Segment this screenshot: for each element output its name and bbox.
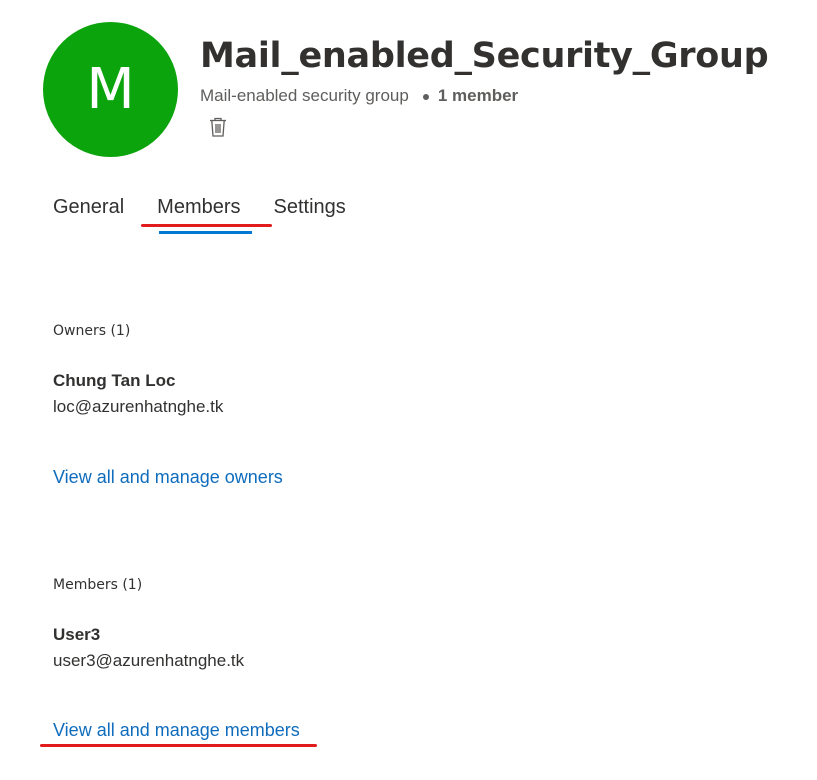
trash-icon — [210, 117, 226, 137]
avatar-initial: M — [86, 56, 135, 122]
annotation-underline-manage-members — [40, 744, 317, 747]
group-avatar: M — [43, 22, 178, 157]
owners-heading: Owners (1) — [53, 323, 131, 339]
members-heading: Members (1) — [53, 577, 143, 593]
group-type: Mail-enabled security group — [200, 86, 409, 105]
tab-members[interactable]: Members — [157, 196, 240, 223]
separator-dot — [422, 94, 429, 100]
member-name: User3 — [53, 625, 101, 644]
owner-email: loc@azurenhatnghe.tk — [53, 397, 224, 416]
tab-settings[interactable]: Settings — [274, 196, 346, 223]
owner-name: Chung Tan Loc — [53, 371, 176, 390]
member-email: user3@azurenhatnghe.tk — [53, 651, 245, 670]
group-subtitle: Mail-enabled security group 1 member — [200, 86, 518, 106]
active-tab-indicator — [159, 231, 252, 234]
delete-group-button[interactable] — [208, 116, 228, 138]
manage-owners-link[interactable]: View all and manage owners — [53, 467, 283, 488]
tab-bar: General Members Settings — [53, 196, 379, 223]
manage-members-link[interactable]: View all and manage members — [53, 720, 300, 741]
annotation-underline-members-tab — [141, 224, 272, 227]
group-title: Mail_enabled_Security_Group — [200, 36, 769, 76]
member-count: 1 member — [437, 86, 519, 105]
tab-general[interactable]: General — [53, 196, 124, 223]
